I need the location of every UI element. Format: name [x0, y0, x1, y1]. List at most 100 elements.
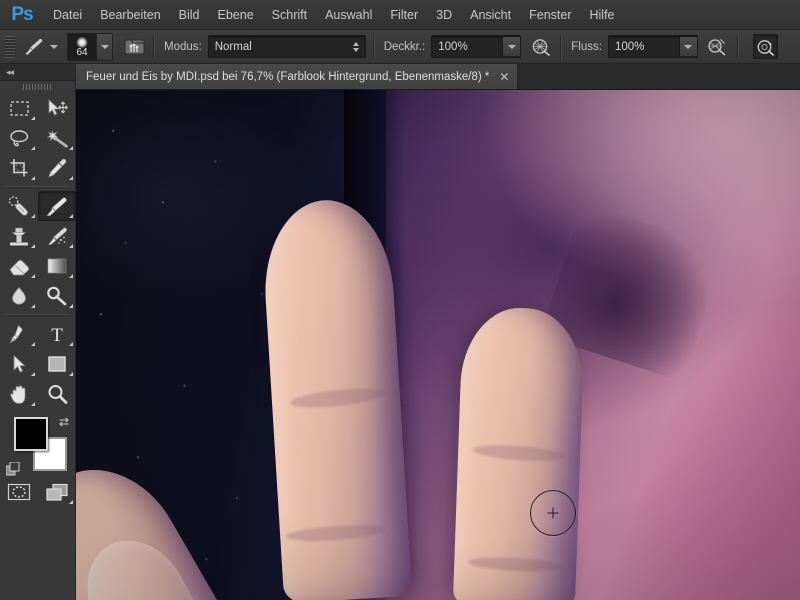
- tools-divider-1: [6, 186, 69, 188]
- collapse-panel-icon[interactable]: ◂◂: [6, 67, 14, 78]
- tool-gradient[interactable]: [38, 251, 76, 281]
- flow-label: Fluss:: [571, 40, 602, 53]
- tool-dodge[interactable]: [38, 281, 76, 311]
- tools-grid-group-4: [0, 477, 75, 507]
- menu-item-3d[interactable]: 3D: [427, 4, 461, 26]
- brush-preset-dropdown-arrow-icon[interactable]: [96, 33, 112, 60]
- menu-item-fenster[interactable]: Fenster: [520, 4, 580, 26]
- tool-flyout-indicator-icon: [31, 372, 35, 376]
- blend-mode-value: Normal: [214, 40, 252, 53]
- tool-move[interactable]: [38, 93, 76, 123]
- options-separator-4: [736, 34, 739, 59]
- tool-flyout-indicator-icon: [31, 304, 35, 308]
- tool-zoom[interactable]: [38, 379, 76, 409]
- image-vignette: [76, 90, 800, 600]
- tool-history-brush[interactable]: [38, 221, 76, 251]
- tool-magic-wand[interactable]: [38, 123, 76, 153]
- menu-item-datei[interactable]: Datei: [44, 4, 91, 26]
- pressure-opacity-icon[interactable]: [528, 34, 553, 59]
- document-tab-bar: Feuer und Eis by MDI.psd bei 76,7% (Farb…: [76, 64, 800, 90]
- opacity-input[interactable]: 100%: [431, 35, 522, 58]
- brush-icon[interactable]: [21, 35, 47, 59]
- flow-dropdown-arrow-icon[interactable]: [678, 37, 697, 56]
- airbrush-icon[interactable]: [705, 34, 730, 59]
- chevron-down-icon: [352, 47, 359, 52]
- screen-mode-toggle[interactable]: [38, 477, 76, 507]
- menu-item-bearbeiten[interactable]: Bearbeiten: [91, 4, 169, 26]
- options-separator-1: [153, 34, 155, 59]
- tool-clone-stamp[interactable]: [0, 221, 38, 251]
- menu-item-ansicht[interactable]: Ansicht: [461, 4, 520, 26]
- tool-flyout-indicator-icon: [69, 146, 73, 150]
- menu-bar: Ps Datei Bearbeiten Bild Ebene Schrift A…: [0, 0, 800, 30]
- tool-lasso[interactable]: [0, 123, 38, 153]
- chevron-up-icon: [352, 41, 359, 46]
- close-icon[interactable]: ✕: [497, 71, 511, 83]
- tool-pen[interactable]: [0, 319, 38, 349]
- photoshop-window: Ps Datei Bearbeiten Bild Ebene Schrift A…: [0, 0, 800, 600]
- options-separator-3: [560, 34, 563, 59]
- opacity-label: Deckkr.:: [383, 40, 426, 53]
- chevron-down-icon: [684, 44, 693, 49]
- tool-flyout-indicator-icon: [69, 214, 73, 218]
- tool-flyout-indicator-icon: [69, 176, 73, 180]
- tool-eraser[interactable]: [0, 251, 38, 281]
- tools-divider-2: [6, 314, 69, 316]
- flow-input[interactable]: 100%: [607, 35, 698, 58]
- grip-dots-icon: [22, 84, 53, 90]
- tool-hand[interactable]: [0, 379, 38, 409]
- menu-item-filter[interactable]: Filter: [381, 4, 427, 26]
- options-separator-2: [372, 34, 375, 59]
- image-canvas[interactable]: [76, 90, 800, 600]
- tool-flyout-indicator-icon: [69, 304, 73, 308]
- brush-size-value: 64: [76, 46, 88, 58]
- tool-flyout-indicator-icon: [31, 176, 35, 180]
- brush-tool-preset-arrow-icon[interactable]: [50, 44, 58, 49]
- opacity-value: 100%: [438, 40, 468, 53]
- tools-panel: ◂◂ T ⇄: [0, 64, 76, 600]
- brush-panel-icon[interactable]: [122, 35, 146, 59]
- opacity-dropdown-arrow-icon[interactable]: [502, 37, 521, 56]
- tool-rectangular-marquee[interactable]: [0, 93, 38, 123]
- tool-rectangle[interactable]: [38, 349, 76, 379]
- tools-panel-header[interactable]: ◂◂: [0, 64, 75, 81]
- blend-mode-select[interactable]: Normal: [207, 35, 366, 58]
- mode-label: Modus:: [164, 40, 202, 53]
- chevron-down-icon: [507, 44, 516, 49]
- tool-flyout-indicator-icon: [69, 274, 73, 278]
- tool-options-bar: 64 Modus: Normal Deckkr.: 100% Fluss: 10…: [0, 30, 800, 64]
- tools-panel-drag-grip[interactable]: [0, 81, 75, 93]
- tool-brush[interactable]: [38, 191, 76, 221]
- tool-flyout-indicator-icon: [31, 146, 35, 150]
- document-image: [76, 90, 800, 600]
- swap-colors-icon[interactable]: ⇄: [59, 415, 69, 429]
- tool-path-selection[interactable]: [0, 349, 38, 379]
- tool-flyout-indicator-icon: [69, 500, 73, 504]
- foreground-color-swatch[interactable]: [14, 417, 48, 451]
- options-bar-drag-grip[interactable]: [5, 35, 15, 58]
- brush-preset-picker[interactable]: 64: [67, 32, 113, 61]
- color-swatches: ⇄: [0, 415, 75, 477]
- pressure-size-icon[interactable]: [752, 34, 778, 59]
- menu-item-ebene[interactable]: Ebene: [209, 4, 263, 26]
- tool-flyout-indicator-icon: [31, 402, 35, 406]
- tools-grid-group-2: [0, 191, 76, 311]
- tools-grid-group-3: T: [0, 319, 75, 409]
- default-colors-icon[interactable]: [6, 462, 20, 476]
- document-tab[interactable]: Feuer und Eis by MDI.psd bei 76,7% (Farb…: [76, 64, 519, 89]
- tool-blur[interactable]: [0, 281, 38, 311]
- menu-item-schrift[interactable]: Schrift: [263, 4, 316, 26]
- menu-item-hilfe[interactable]: Hilfe: [581, 4, 624, 26]
- tool-eyedropper[interactable]: [38, 153, 76, 183]
- menu-item-bild[interactable]: Bild: [170, 4, 209, 26]
- tool-crop[interactable]: [0, 153, 38, 183]
- menu-item-auswahl[interactable]: Auswahl: [316, 4, 381, 26]
- tool-spot-healing-brush[interactable]: [0, 191, 38, 221]
- tool-flyout-indicator-icon: [31, 274, 35, 278]
- flow-value: 100%: [614, 40, 645, 53]
- quick-mask-mode-toggle[interactable]: [0, 477, 38, 507]
- tool-horizontal-type[interactable]: T: [38, 319, 76, 349]
- document-tab-title: Feuer und Eis by MDI.psd bei 76,7% (Farb…: [86, 70, 490, 83]
- blend-mode-spinner-icon[interactable]: [349, 37, 365, 56]
- svg-text:T: T: [51, 325, 63, 344]
